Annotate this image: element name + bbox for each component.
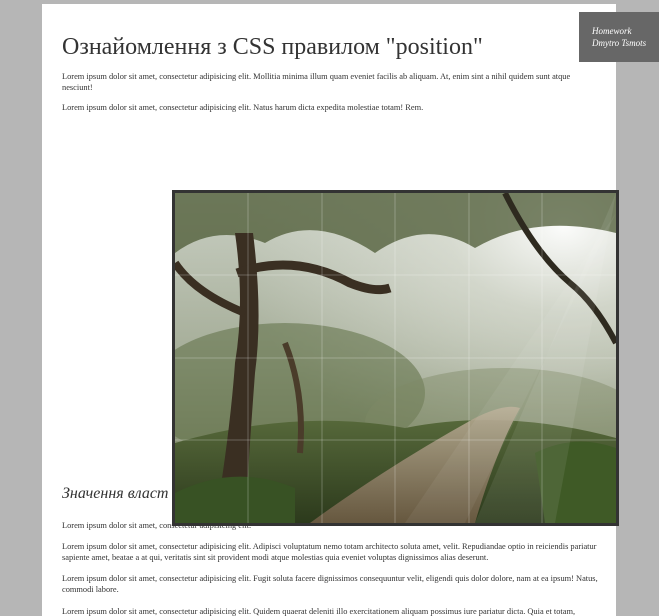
intro-paragraph: Lorem ipsum dolor sit amet, consectetur …	[62, 72, 571, 92]
badge-line-author: Dmytro Tsmots	[592, 38, 647, 48]
page-title: Ознайомлення з CSS правилом "position"	[62, 34, 483, 60]
section-heading: Значення власт	[62, 485, 169, 502]
body-paragraph: Lorem ipsum dolor sit amet, consectetur …	[62, 607, 576, 616]
homework-badge: Homework Dmytro Tsmots	[579, 12, 659, 62]
puzzle-image-frame	[172, 190, 619, 526]
forest-path-puzzle-image	[175, 193, 616, 523]
badge-line-homework: Homework	[592, 26, 632, 36]
body-paragraph: Lorem ipsum dolor sit amet, consectetur …	[62, 574, 598, 594]
body-paragraph: Lorem ipsum dolor sit amet, consectetur …	[62, 542, 597, 562]
intro-paragraph: Lorem ipsum dolor sit amet, consectetur …	[62, 103, 424, 112]
